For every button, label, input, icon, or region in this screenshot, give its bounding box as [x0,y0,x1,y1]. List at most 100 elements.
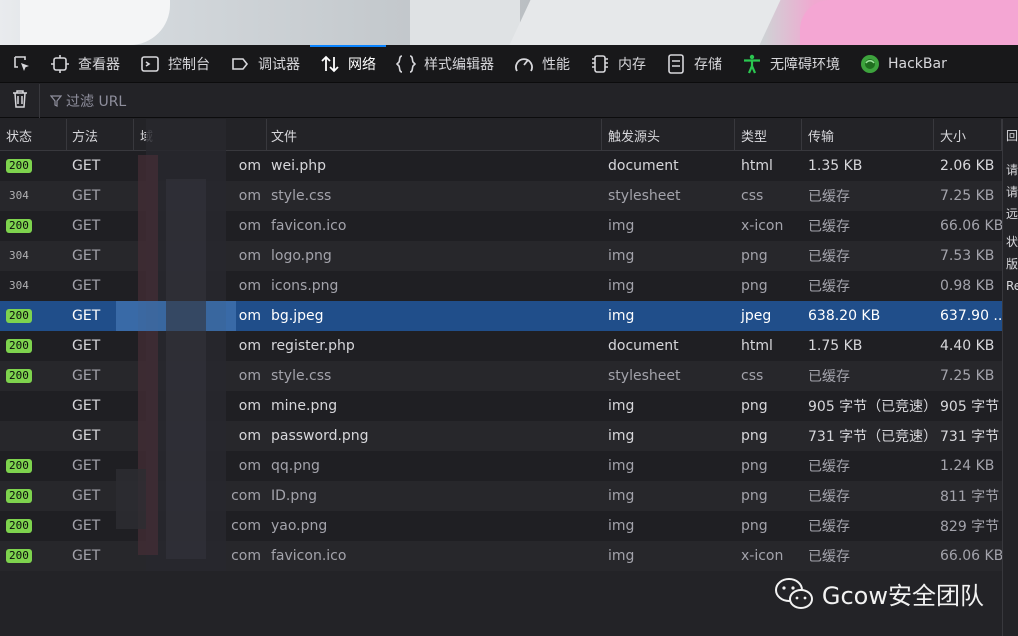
table-row[interactable]: 200 GET om bg.jpeg img jpeg 638.20 KB 637.90 ..… [0,301,1002,331]
table-row[interactable]: 304 GET om style.css stylesheet css 已缓存 7.25 KB [0,181,1002,211]
table-body: 200 GET om wei.php document html 1.35 KB 2.06 K… [0,151,1002,571]
table-row[interactable]: GET om password.png img png 731 字节（已竞速） 731 字节 [0,421,1002,451]
trash-icon [12,89,28,112]
request-details-panel[interactable]: 回 请 请 远 状 版 Re [1002,119,1018,636]
cell-method: GET [72,518,101,534]
cell-size: 66.06 KB [940,548,1002,564]
table-row[interactable]: 200 GET om style.css stylesheet css 已缓存 7.25 KB [0,361,1002,391]
tab-style-editor[interactable]: 样式编辑器 [386,45,504,83]
cell-file: ID.png [271,488,318,504]
tab-label: 无障碍环境 [770,56,840,73]
table-row[interactable]: 200 GET om qq.png img png 已缓存 1.24 KB [0,451,1002,481]
tab-inspector[interactable]: 查看器 [40,45,130,83]
column-cause[interactable]: 触发源头 [602,119,735,151]
cell-type: png [741,428,768,444]
status-badge: 200 [6,159,32,173]
hackbar-icon [860,54,880,74]
table-row[interactable]: 200 GET om register.php document html 1.75 KB 4… [0,331,1002,361]
table-row[interactable]: 304 GET om logo.png img png 已缓存 7.53 KB [0,241,1002,271]
cell-cause: img [608,308,635,324]
cell-domain: om [238,428,261,444]
cell-transfer: 1.35 KB [808,158,863,174]
clear-button[interactable] [0,83,40,118]
tab-accessibility[interactable]: 无障碍环境 [732,45,850,83]
cell-method: GET [72,338,101,354]
element-picker-icon [12,54,32,74]
table-row[interactable]: 200 GET om favicon.ico img x-icon 已缓存 66.06 KB [0,211,1002,241]
cell-file: style.css [271,188,332,204]
cell-status: 304 [0,271,67,301]
cell-cause: img [608,278,635,294]
cell-size: 4.40 KB [940,338,995,354]
cell-status: 200 [0,151,67,181]
column-method[interactable]: 方法 [67,119,134,151]
cell-size: 7.53 KB [940,248,995,264]
cell-type: x-icon [741,218,784,234]
cell-method: GET [72,548,101,564]
cell-method: GET [72,218,101,234]
table-header: 状态 方法 域 文件 触发源头 类型 传输 大小 [0,119,1002,151]
tab-label: 样式编辑器 [424,56,494,73]
table-row[interactable]: 304 GET om icons.png img png 已缓存 0.98 KB [0,271,1002,301]
cell-method: GET [72,398,101,414]
cell-type: png [741,398,768,414]
table-row[interactable]: 200 GET com yao.png img png 已缓存 829 字节 [0,511,1002,541]
cell-type: png [741,278,768,294]
cell-transfer: 已缓存 [808,369,850,385]
cell-type: html [741,338,773,354]
cell-transfer: 731 字节（已竞速） [808,429,934,445]
column-domain[interactable]: 域 [134,119,267,151]
cell-transfer: 905 字节（已竞速） [808,399,934,415]
tab-debugger[interactable]: 调试器 [220,45,310,83]
cell-method: GET [72,158,101,174]
tab-performance[interactable]: 性能 [504,45,580,83]
tab-storage[interactable]: 存储 [656,45,732,83]
column-type[interactable]: 类型 [735,119,802,151]
side-tab[interactable]: 回 [1003,125,1018,147]
column-size[interactable]: 大小 [934,119,1002,151]
cell-size: 905 字节 [940,399,1000,415]
status-badge: 200 [6,309,32,323]
filter-icon [50,94,62,107]
page-content-strip [0,0,1018,45]
cell-type: png [741,458,768,474]
filter-url-input[interactable]: 过滤 URL [40,91,126,111]
cell-method: GET [72,428,101,444]
cell-file: password.png [271,428,369,444]
storage-icon [666,53,686,74]
devtools-toolbar: 查看器 控制台 调试器 网络 样式编辑器 性能 内存 存储 无障碍环境 Hack… [0,44,1018,83]
tab-label: 网络 [348,56,376,73]
cell-cause: document [608,338,679,354]
cell-type: x-icon [741,548,784,564]
cell-status [0,391,67,421]
inspector-icon [50,54,70,74]
cell-domain: om [238,188,261,204]
cell-method: GET [72,308,101,324]
table-row[interactable]: GET om mine.png img png 905 字节（已竞速） 905 字节 [0,391,1002,421]
tab-console[interactable]: 控制台 [130,45,220,83]
element-picker-button[interactable] [4,45,40,83]
cell-domain: om [238,338,261,354]
cell-cause: img [608,218,635,234]
status-badge: 200 [6,549,32,563]
cell-cause: img [608,428,635,444]
tab-network[interactable]: 网络 [310,44,386,83]
column-transfer[interactable]: 传输 [802,119,934,151]
cell-file: favicon.ico [271,548,347,564]
status-badge: 304 [9,249,29,262]
table-row[interactable]: 200 GET com favicon.ico img x-icon 已缓存 66.06 KB [0,541,1002,571]
cell-domain: om [238,308,261,324]
tab-hackbar[interactable]: HackBar [850,45,957,83]
cell-transfer: 已缓存 [808,459,850,475]
cell-size: 637.90 ... [940,308,1002,324]
column-file[interactable]: 文件 [267,119,602,151]
column-status[interactable]: 状态 [0,119,67,151]
cell-transfer: 638.20 KB [808,308,881,324]
tab-memory[interactable]: 内存 [580,45,656,83]
wechat-icon [774,577,814,611]
tab-label: 存储 [694,56,722,73]
table-row[interactable]: 200 GET com ID.png img png 已缓存 811 字节 [0,481,1002,511]
table-row[interactable]: 200 GET om wei.php document html 1.35 KB 2.06 K… [0,151,1002,181]
cell-domain: om [238,158,261,174]
cell-file: wei.php [271,158,327,174]
